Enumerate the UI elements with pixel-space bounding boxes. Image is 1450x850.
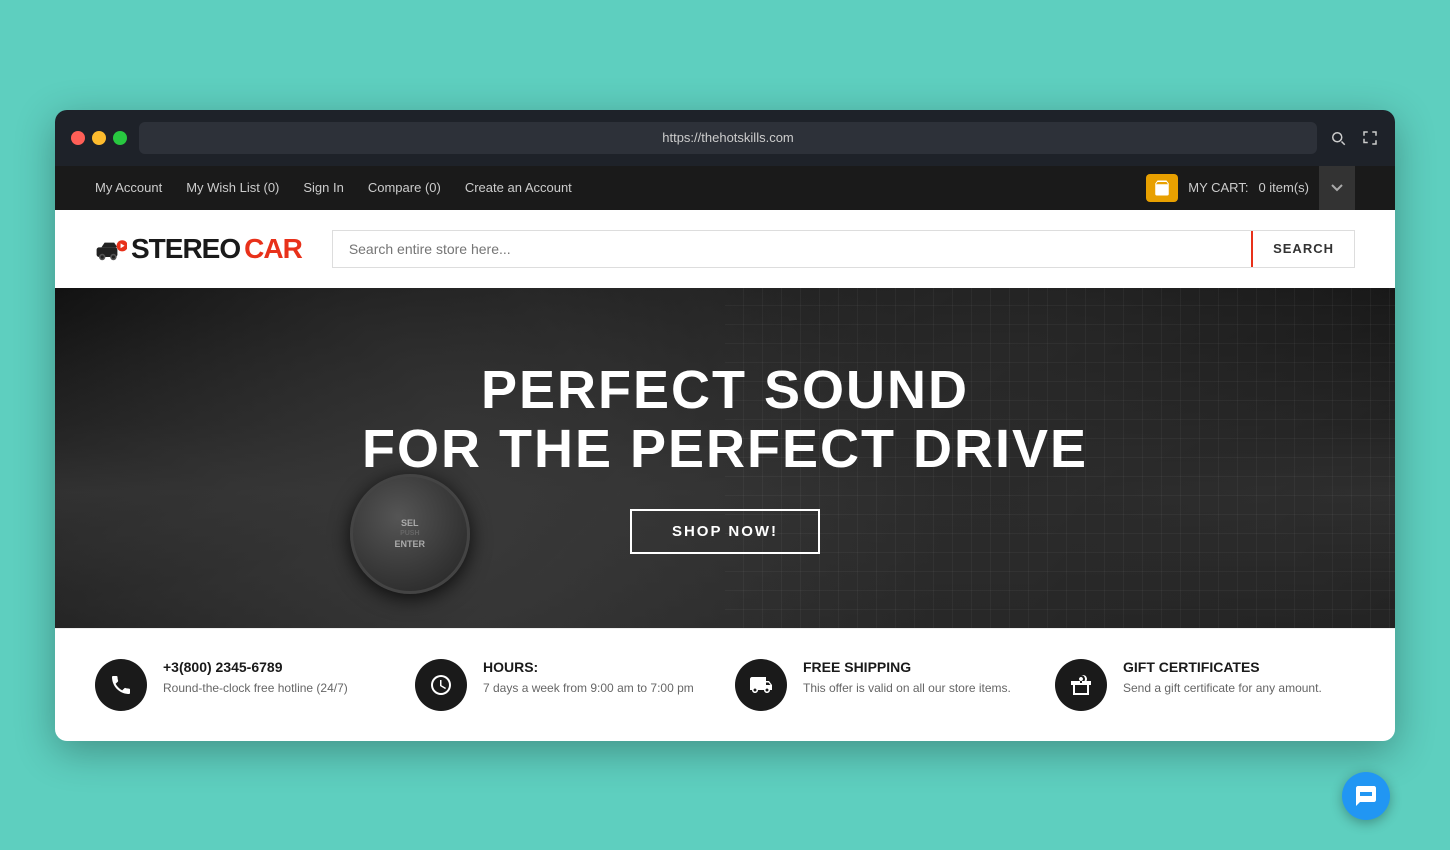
create-account-link[interactable]: Create an Account (465, 180, 572, 195)
info-item-gift: GIFT CERTIFICATES Send a gift certificat… (1055, 659, 1355, 711)
compare-link[interactable]: Compare (0) (368, 180, 441, 195)
logo-stereo-text: STEREO (131, 233, 240, 265)
cart-icon (1153, 179, 1171, 197)
chat-widget[interactable] (1342, 772, 1390, 820)
top-nav-links: My Account My Wish List (0) Sign In Comp… (95, 180, 572, 195)
logo[interactable]: STEREOCAR (95, 233, 302, 265)
cart-section[interactable]: MY CART: 0 item(s) (1146, 166, 1355, 210)
info-text-gift: GIFT CERTIFICATES Send a gift certificat… (1123, 659, 1322, 697)
truck-icon (749, 673, 773, 697)
browser-window: https://thehotskills.com My Account My W… (55, 110, 1395, 741)
cart-label: MY CART: (1188, 180, 1248, 195)
truck-icon-wrap (735, 659, 787, 711)
gift-icon-wrap (1055, 659, 1107, 711)
search-button[interactable]: SEARCH (1251, 231, 1354, 267)
maximize-button[interactable] (113, 131, 127, 145)
url-text: https://thehotskills.com (662, 130, 794, 145)
info-bar: +3(800) 2345-6789 Round-the-clock free h… (55, 628, 1395, 741)
cart-count: 0 item(s) (1258, 180, 1309, 195)
info-text-shipping: FREE SHIPPING This offer is valid on all… (803, 659, 1011, 697)
wishlist-link[interactable]: My Wish List (0) (186, 180, 279, 195)
hours-text: 7 days a week from 9:00 am to 7:00 pm (483, 679, 694, 697)
clock-icon-wrap (415, 659, 467, 711)
info-item-hours: HOURS: 7 days a week from 9:00 am to 7:0… (415, 659, 715, 711)
search-bar: SEARCH (332, 230, 1355, 268)
phone-icon-wrap (95, 659, 147, 711)
chat-icon (1354, 784, 1378, 808)
address-bar[interactable]: https://thehotskills.com (139, 122, 1317, 154)
shop-now-button[interactable]: SHOP NOW! (630, 509, 820, 554)
search-input[interactable] (333, 231, 1251, 267)
minimize-button[interactable] (92, 131, 106, 145)
phone-icon (109, 673, 133, 697)
logo-car-text: CAR (244, 233, 302, 265)
browser-actions (1329, 129, 1379, 147)
gift-icon (1069, 673, 1093, 697)
gift-text: Send a gift certificate for any amount. (1123, 679, 1322, 697)
my-account-link[interactable]: My Account (95, 180, 162, 195)
site-header: STEREOCAR SEARCH (55, 210, 1395, 288)
hero-title-line1: PERFECT SOUND (362, 361, 1088, 420)
logo-icon (95, 233, 127, 265)
hero-content: PERFECT SOUND FOR THE PERFECT DRIVE SHOP… (362, 361, 1088, 555)
info-item-phone: +3(800) 2345-6789 Round-the-clock free h… (95, 659, 395, 711)
search-icon[interactable] (1329, 129, 1347, 147)
traffic-lights (71, 131, 127, 145)
shipping-heading: FREE SHIPPING (803, 659, 1011, 675)
cart-icon-wrap (1146, 174, 1178, 202)
top-navigation: My Account My Wish List (0) Sign In Comp… (55, 166, 1395, 210)
sign-in-link[interactable]: Sign In (303, 180, 343, 195)
hours-heading: HOURS: (483, 659, 694, 675)
hero-title-line2: FOR THE PERFECT DRIVE (362, 420, 1088, 479)
info-item-shipping: FREE SHIPPING This offer is valid on all… (735, 659, 1035, 711)
clock-icon (429, 673, 453, 697)
close-button[interactable] (71, 131, 85, 145)
dropdown-arrow[interactable] (1319, 166, 1355, 210)
phone-text: Round-the-clock free hotline (24/7) (163, 679, 348, 697)
fullscreen-icon[interactable] (1361, 129, 1379, 147)
browser-chrome: https://thehotskills.com (55, 110, 1395, 166)
hero-banner: SEL PUSH ENTER PERFECT SOUND FOR THE PER… (55, 288, 1395, 628)
shipping-text: This offer is valid on all our store ite… (803, 679, 1011, 697)
gift-heading: GIFT CERTIFICATES (1123, 659, 1322, 675)
phone-heading: +3(800) 2345-6789 (163, 659, 348, 675)
info-text-phone: +3(800) 2345-6789 Round-the-clock free h… (163, 659, 348, 697)
info-text-hours: HOURS: 7 days a week from 9:00 am to 7:0… (483, 659, 694, 697)
